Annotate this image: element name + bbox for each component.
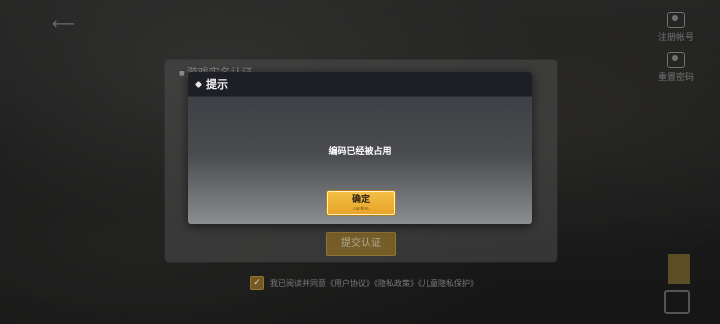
confirm-sublabel: confirm bbox=[353, 206, 369, 211]
diamond-icon bbox=[194, 80, 203, 88]
confirm-button[interactable]: 确定 confirm bbox=[327, 191, 395, 215]
confirm-label: 确定 bbox=[351, 195, 370, 205]
side-card-icon[interactable] bbox=[664, 290, 690, 314]
back-arrow-icon[interactable]: ⟵ bbox=[52, 14, 75, 33]
agreement-checkbox[interactable]: ✓ bbox=[250, 276, 264, 290]
side-card[interactable] bbox=[668, 254, 690, 284]
dialog-title: 提示 bbox=[206, 78, 228, 91]
alert-dialog: 提示 编码已经被占用 确定 confirm bbox=[188, 72, 532, 224]
register-label: 注册帐号 bbox=[657, 33, 694, 43]
submit-verification-button[interactable]: 提交认证 bbox=[326, 232, 396, 256]
register-button[interactable]: 注册帐号 bbox=[656, 12, 696, 43]
agreement-text: 我已阅读并同意《用户协议》《隐私政策》《儿童隐私保护》 bbox=[270, 278, 478, 288]
user-icon bbox=[667, 12, 685, 28]
dialog-header: 提示 bbox=[188, 72, 532, 97]
reset-password-label: 重置密码 bbox=[657, 73, 694, 83]
dialog-message: 编码已经被占用 bbox=[328, 147, 392, 157]
agreement-row: ✓ 我已阅读并同意《用户协议》《隐私政策》《儿童隐私保护》 bbox=[250, 276, 478, 290]
reset-password-button[interactable]: 重置密码 bbox=[656, 52, 696, 83]
key-icon bbox=[667, 52, 685, 68]
